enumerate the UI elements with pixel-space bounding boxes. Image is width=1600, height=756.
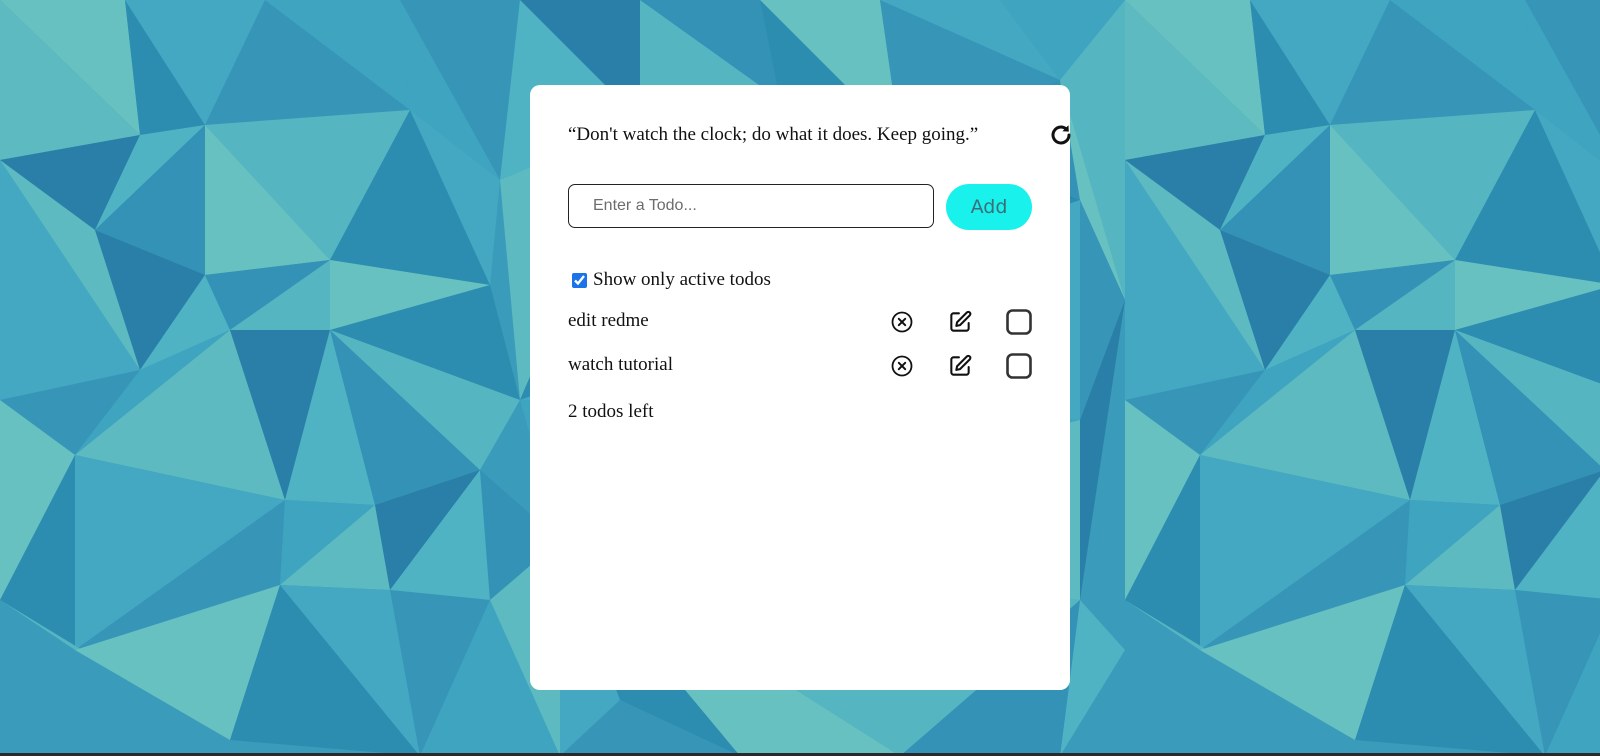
todo-list: edit redme watch tutorial [568,301,1038,389]
active-filter-label: Show only active todos [593,269,771,290]
todo-card: “Don't watch the clock; do what it does.… [530,85,1071,690]
todo-input[interactable] [568,184,934,228]
refresh-icon[interactable] [1049,123,1073,147]
todos-left-count: 2 todos left [568,401,654,422]
delete-icon[interactable] [890,354,914,378]
todo-item: edit redme [568,301,1038,345]
edit-icon[interactable] [947,309,973,335]
new-todo-row: Add [568,184,1038,230]
todo-item: watch tutorial [568,345,1038,389]
quote-text: “Don't watch the clock; do what it does.… [568,124,979,145]
delete-icon[interactable] [890,310,914,334]
todo-text: watch tutorial [568,354,673,375]
active-filter[interactable]: Show only active todos [572,269,771,291]
complete-checkbox-icon[interactable] [1005,352,1033,380]
todo-text: edit redme [568,310,649,331]
active-filter-checkbox[interactable] [572,272,587,288]
add-button[interactable]: Add [946,184,1032,230]
edit-icon[interactable] [947,353,973,379]
complete-checkbox-icon[interactable] [1005,308,1033,336]
quote-row: “Don't watch the clock; do what it does.… [568,121,1071,149]
